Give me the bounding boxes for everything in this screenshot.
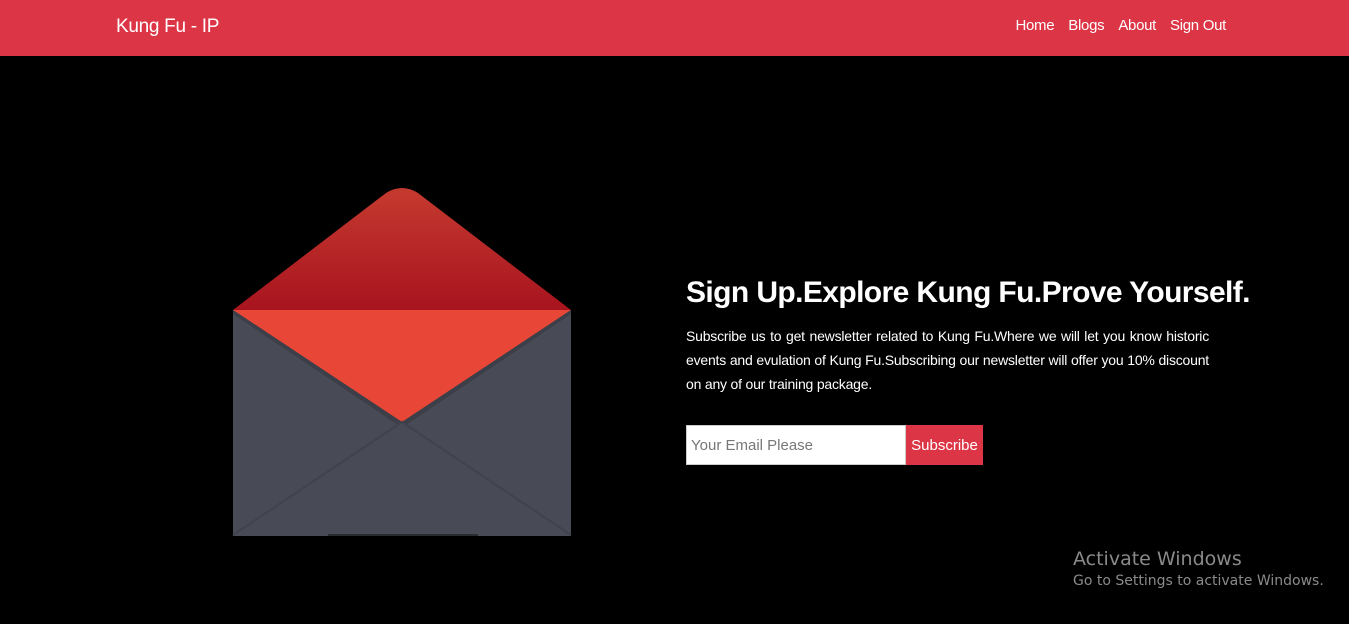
subscribe-form: Subscribe bbox=[686, 425, 983, 465]
email-input[interactable] bbox=[686, 425, 906, 465]
nav-link-about[interactable]: About bbox=[1118, 17, 1156, 34]
navbar: Kung Fu - IP Home Blogs About Sign Out bbox=[0, 0, 1349, 56]
nav-link-sign-out[interactable]: Sign Out bbox=[1170, 17, 1226, 34]
subscribe-button[interactable]: Subscribe bbox=[906, 425, 983, 465]
brand-link[interactable]: Kung Fu - IP bbox=[116, 16, 219, 38]
nav-link-home[interactable]: Home bbox=[1015, 17, 1054, 34]
nav-links: Home Blogs About Sign Out bbox=[1015, 17, 1226, 34]
watermark-subtitle: Go to Settings to activate Windows. bbox=[1073, 573, 1324, 589]
envelope-icon bbox=[232, 187, 573, 537]
nav-link-blogs[interactable]: Blogs bbox=[1068, 17, 1104, 34]
newsletter-description: Subscribe us to get newsletter related t… bbox=[686, 328, 1209, 392]
newsletter-section: Sign Up.Explore Kung Fu.Prove Yourself. … bbox=[686, 276, 1251, 465]
watermark-title: Activate Windows bbox=[1073, 548, 1242, 570]
activate-windows-watermark: Activate Windows Go to Settings to activ… bbox=[1073, 548, 1324, 589]
headline: Sign Up.Explore Kung Fu.Prove Yourself. bbox=[686, 276, 1251, 309]
